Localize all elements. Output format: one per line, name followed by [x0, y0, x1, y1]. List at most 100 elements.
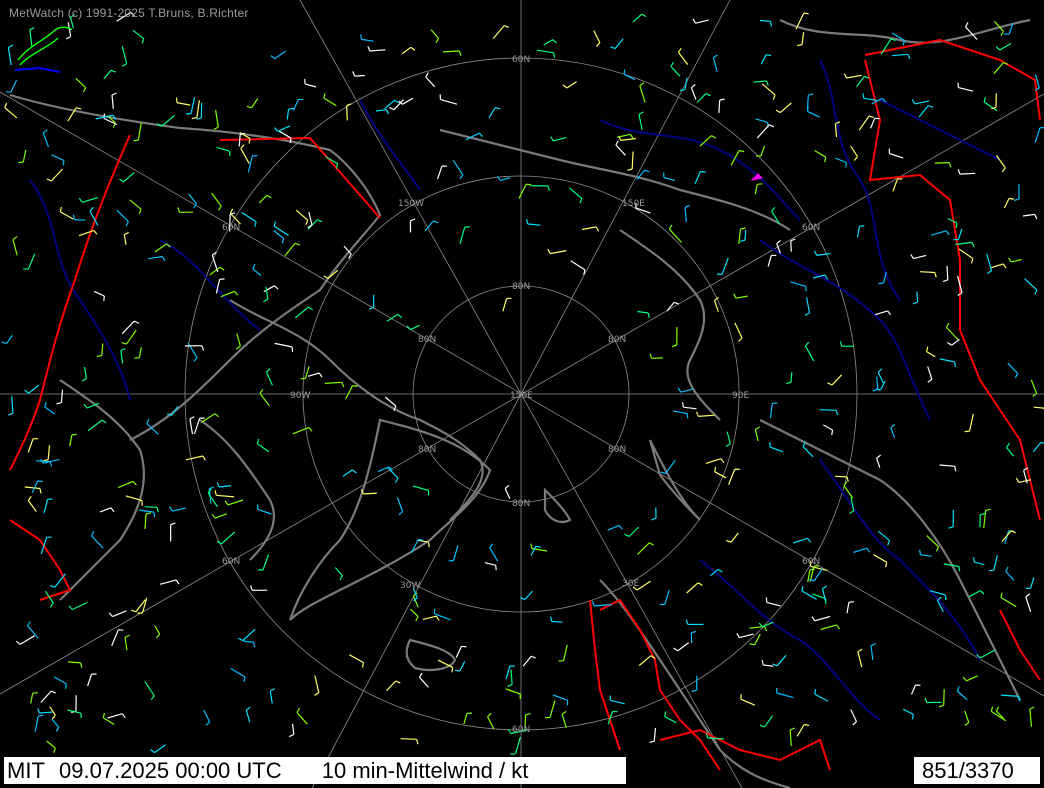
wind-barb-flag [209, 486, 215, 490]
wind-barb-flag [827, 382, 833, 386]
wind-barb [215, 109, 219, 128]
wind-barb [957, 228, 963, 240]
wind-barb-flag [398, 511, 404, 516]
wind-barb [117, 480, 134, 489]
wind-barb [670, 66, 681, 77]
wind-barb [323, 97, 337, 107]
label-lon90e: 90E [732, 391, 749, 401]
wind-barb [49, 706, 56, 716]
wind-barb-flag [651, 517, 657, 521]
wind-barb [958, 248, 974, 259]
station-count: 851/3370 [914, 757, 1040, 784]
polar-map[interactable]: 60N 60N 60N 60N 60N 60N 150W 150E 90W 90… [0, 0, 1044, 788]
wind-barb-flag [684, 204, 690, 208]
wind-barb [672, 410, 688, 415]
wind-barb [946, 265, 949, 280]
wind-barb [274, 50, 286, 60]
wind-barb [889, 153, 904, 159]
wind-barb [1030, 577, 1035, 589]
wind-barb [551, 620, 563, 623]
wind-barb [241, 211, 257, 223]
wind-barb [880, 38, 892, 55]
wind-barb-flag [193, 357, 198, 362]
wind-barb-flag [43, 459, 49, 462]
wind-barb-flag [804, 341, 810, 347]
wind-barb-flag [495, 565, 497, 571]
wind-barb [993, 62, 1004, 75]
wind-barb-flag [862, 93, 865, 99]
wind-barb [850, 709, 858, 722]
wind-barb [653, 727, 657, 742]
wind-barb-flag [305, 219, 309, 226]
wind-barb [910, 684, 917, 695]
wind-barb-flag [853, 156, 858, 161]
wind-barb [934, 162, 950, 164]
wind-barb [425, 76, 436, 88]
wind-barb [790, 240, 792, 252]
wind-barb-flag [458, 50, 462, 56]
wind-barb-flag [62, 160, 65, 166]
wind-barb-flag [907, 54, 911, 60]
wind-barb [257, 508, 272, 515]
wind-barb-flag [418, 672, 423, 678]
wind-barb [694, 171, 702, 185]
wind-barb [10, 79, 18, 93]
wind-barb-flag [101, 419, 107, 424]
wind-barb [154, 243, 167, 253]
wind-barb [50, 168, 64, 182]
wind-barb-flag [27, 496, 32, 501]
wind-barb [870, 645, 874, 660]
wind-barb-flag [214, 413, 220, 418]
wind-barb [492, 25, 505, 39]
wind-barb-flag [49, 602, 54, 608]
wind-barb [361, 38, 374, 42]
wind-barb [610, 699, 625, 705]
wind-barb [550, 250, 567, 255]
wind-barb [1011, 258, 1022, 263]
wind-barb [628, 526, 640, 537]
wind-barb-flag [169, 506, 173, 512]
wind-barb-flag [1008, 257, 1012, 263]
wind-barb-flag [561, 710, 567, 715]
wind-barb [121, 46, 128, 64]
wind-barb-flag [27, 621, 31, 627]
wind-barb-flag [38, 714, 44, 717]
wind-barb-flag [705, 93, 711, 97]
wind-barb [74, 219, 86, 221]
wind-barb [1034, 127, 1041, 143]
wind-barb [973, 561, 985, 566]
wind-barb [99, 507, 112, 513]
wind-barb-flag [964, 430, 970, 433]
wind-barb-flag [56, 402, 62, 405]
wind-barb [193, 417, 201, 435]
wind-barb-flag [68, 605, 73, 610]
wind-barb-flag [839, 341, 843, 347]
coast-siberia [439, 128, 791, 231]
wind-barb [487, 716, 495, 730]
wind-barb-flag [266, 194, 272, 199]
wind-barb-flag [451, 667, 454, 673]
wind-barb-flag [360, 34, 363, 40]
wind-barb [227, 499, 244, 506]
wind-barb-flag [78, 197, 83, 203]
wind-barb [1024, 278, 1038, 291]
wind-barb-flag [866, 547, 871, 553]
wind-barb [488, 107, 496, 119]
wind-barb [617, 133, 631, 138]
wind-barb-flag [809, 568, 815, 571]
wind-barb-flag [308, 427, 313, 432]
wind-barb [561, 714, 567, 728]
wind-barb-flag [39, 488, 42, 494]
wind-barb-flag [849, 510, 855, 514]
wind-barb [814, 615, 831, 622]
wind-barb-flag [175, 579, 180, 585]
wind-barb-flag [214, 490, 217, 496]
wind-barb-flag [213, 126, 219, 130]
wind-barb-flag [435, 615, 440, 621]
wind-barb-flag [64, 683, 67, 689]
wind-barb-flag [945, 322, 950, 328]
wind-barb-flag [958, 566, 961, 572]
wind-barb [422, 615, 437, 620]
wind-barb [257, 443, 270, 453]
wind-barb [42, 132, 50, 148]
